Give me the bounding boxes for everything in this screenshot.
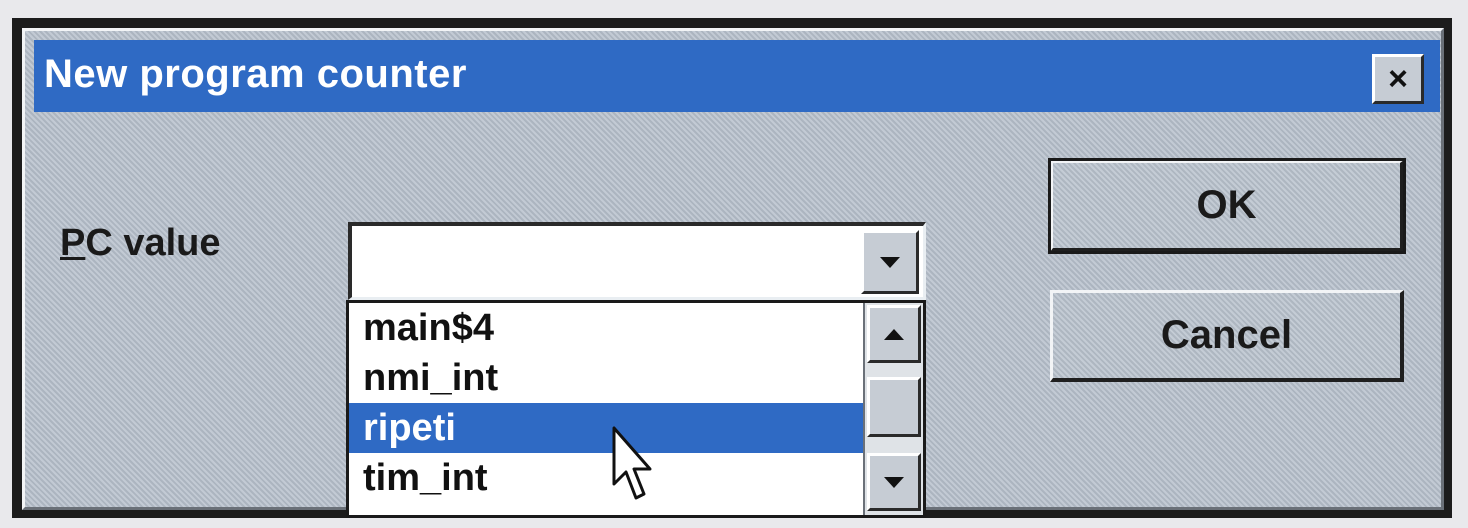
list-item[interactable]: tim_int: [349, 453, 863, 503]
list-item[interactable]: nmi_int: [349, 353, 863, 403]
scroll-down-icon: [884, 476, 904, 488]
mouse-pointer-icon: [612, 426, 652, 500]
cancel-button[interactable]: Cancel: [1050, 290, 1404, 382]
combo-dropdown-button[interactable]: [861, 230, 919, 294]
list-item-selected[interactable]: ripeti: [349, 403, 863, 453]
pc-value-combobox[interactable]: [348, 222, 926, 300]
dropdown-scrollbar[interactable]: [863, 303, 923, 515]
scroll-down-button[interactable]: [867, 453, 921, 511]
pc-value-label: PC value: [60, 222, 221, 265]
pc-label-text: C value: [85, 222, 221, 264]
close-button[interactable]: ×: [1372, 54, 1424, 104]
chevron-down-icon: [880, 256, 900, 268]
title-bar: New program counter ×: [34, 40, 1440, 112]
pc-label-mnemonic: P: [60, 222, 86, 264]
list-item[interactable]: main$4: [349, 303, 863, 353]
scrollbar-thumb[interactable]: [867, 377, 921, 437]
dialog-title: New program counter: [44, 52, 467, 96]
dropdown-items: main$4 nmi_int ripeti tim_int: [349, 303, 863, 503]
close-icon: ×: [1388, 59, 1408, 98]
scroll-up-button[interactable]: [867, 305, 921, 363]
ok-button[interactable]: OK: [1048, 158, 1406, 254]
scroll-up-icon: [884, 328, 904, 340]
